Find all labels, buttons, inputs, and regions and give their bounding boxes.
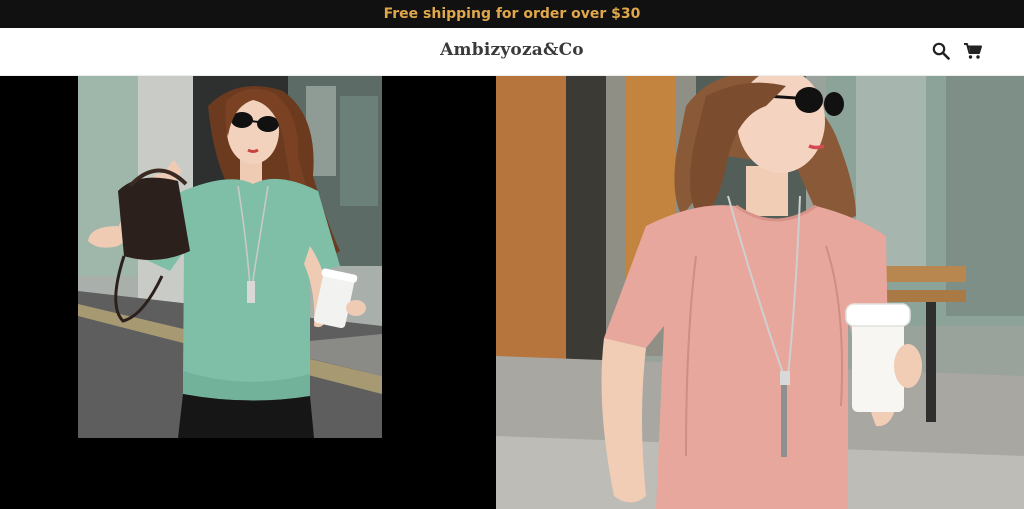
site-header: Ambizyoza&Co [0,28,1024,76]
hero-left-panel [0,76,496,509]
search-icon[interactable] [930,40,952,62]
woman-pink-tshirt-photo[interactable] [496,76,1024,509]
announcement-text: Free shipping for order over $30 [383,6,641,22]
hero-banner [0,76,1024,509]
store-logo[interactable]: Ambizyoza&Co [0,40,1024,60]
announcement-bar: Free shipping for order over $30 [0,0,1024,28]
header-icons [930,40,984,62]
woman-mint-tshirt-photo[interactable] [78,76,382,438]
cart-icon[interactable] [962,40,984,62]
